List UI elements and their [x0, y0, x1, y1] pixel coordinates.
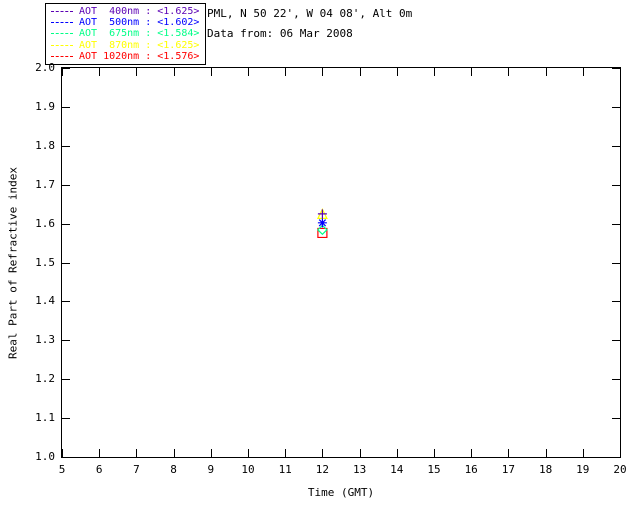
y-tick-label: 1.2 [35, 372, 55, 386]
x-tick-label: 19 [576, 463, 590, 476]
plot-subtitle: Data from: 06 Mar 2008 [207, 27, 353, 40]
x-tick-label: 14 [390, 463, 404, 476]
x-tick-label: 16 [464, 463, 478, 476]
y-tick-label: 1.1 [35, 411, 55, 425]
legend-line-sample [51, 33, 73, 35]
legend-row: AOT 1020nm : <1.576> [51, 51, 199, 62]
y-tick-label: 1.4 [35, 294, 55, 308]
x-tick-label: 9 [207, 463, 215, 476]
x-tick-label: 17 [501, 463, 516, 476]
legend-line-sample [51, 55, 73, 57]
x-tick-label: 5 [58, 463, 66, 476]
x-tick-label: 13 [352, 463, 367, 476]
data-marker-plus [317, 209, 327, 219]
y-tick-label: 1.6 [35, 216, 55, 230]
x-tick-label: 18 [538, 463, 553, 476]
plot-area [61, 67, 621, 458]
legend-row: AOT 400nm : <1.625> [51, 6, 199, 17]
x-tick-label: 11 [278, 463, 292, 476]
y-axis-title: Real Part of Refractive index [6, 166, 20, 360]
x-tick-label: 20 [613, 463, 627, 476]
x-tick-label: 6 [95, 463, 103, 476]
x-tick-label: 8 [170, 463, 177, 476]
x-tick-label: 12 [315, 463, 330, 476]
y-tick-label: 1.8 [35, 138, 55, 152]
x-tick-label: 15 [427, 463, 441, 476]
plot-title: PML, N 50 22', W 04 08', Alt 0m [207, 7, 413, 20]
legend-line-sample [51, 11, 73, 13]
legend-label: AOT 675nm : <1.584> [79, 28, 200, 40]
x-tick-label: 10 [241, 463, 255, 476]
y-tick-label: 1.0 [35, 450, 55, 463]
x-tick-label: 7 [133, 463, 140, 476]
plot-header: PML, N 50 22', W 04 08', Alt 0m Data fro… [207, 4, 412, 44]
legend-box: AOT 400nm : <1.625> AOT 500nm : <1.602> AO… [45, 3, 207, 65]
x-axis-title: Time (GMT) [307, 486, 375, 499]
legend-label: AOT 1020nm : <1.576> [79, 50, 200, 62]
legend-row: AOT 500nm : <1.602> [51, 17, 199, 28]
y-tick-label: 2.0 [35, 61, 55, 74]
data-marker-asterisk [317, 218, 327, 228]
legend-line-sample [51, 44, 73, 46]
y-tick-label: 1.3 [35, 333, 55, 347]
y-tick-label: 1.7 [35, 177, 55, 191]
y-tick-label: 1.5 [35, 255, 55, 269]
legend-row: AOT 870nm : <1.625> [51, 40, 199, 51]
legend-line-sample [51, 22, 73, 24]
data-marker-square [317, 227, 328, 239]
plot-screen: AOT 400nm : <1.625> AOT 500nm : <1.602> AO… [0, 0, 640, 512]
legend-row: AOT 675nm : <1.584> [51, 28, 199, 39]
legend-label: AOT 400nm : <1.625> [79, 6, 200, 18]
legend-label: AOT 500nm : <1.602> [79, 17, 200, 29]
plot-canvas [62, 68, 620, 457]
y-tick-label: 1.9 [35, 99, 55, 113]
legend-label: AOT 870nm : <1.625> [79, 39, 200, 51]
